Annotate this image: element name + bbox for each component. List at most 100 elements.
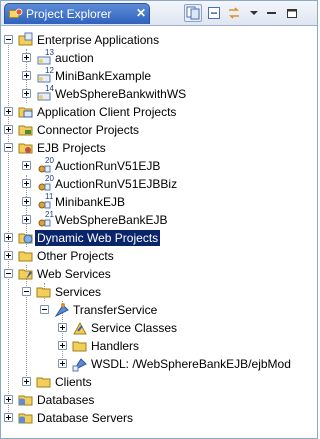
wsdl-icon bbox=[72, 358, 87, 372]
tree-item-database-servers[interactable]: Database Servers bbox=[1, 409, 317, 427]
web-service-icon bbox=[54, 303, 69, 318]
app-client-folder-icon bbox=[18, 107, 33, 118]
tree-item-clients[interactable]: Clients bbox=[1, 373, 317, 391]
maximize-icon[interactable] bbox=[283, 4, 301, 22]
tree-label: Database Servers bbox=[37, 411, 134, 425]
tree-item-webspherebankwithws[interactable]: 14 WebSphereBankwithWS bbox=[1, 84, 317, 103]
sync-icon[interactable] bbox=[184, 4, 202, 22]
tree-label-selected: Dynamic Web Projects bbox=[35, 230, 161, 246]
tree-item-services[interactable]: Services bbox=[1, 283, 317, 301]
expand-toggle[interactable] bbox=[22, 161, 31, 170]
expand-toggle[interactable] bbox=[22, 53, 31, 62]
tree-label: Clients bbox=[55, 375, 92, 389]
tree-item-transferservice[interactable]: TransferService bbox=[1, 301, 317, 319]
tree-item-application-client-projects[interactable]: Application Client Projects bbox=[1, 103, 317, 121]
expand-toggle[interactable] bbox=[4, 413, 13, 422]
link-icon[interactable] bbox=[225, 4, 243, 22]
collapse-toggle[interactable] bbox=[4, 35, 13, 44]
tree-item-dynamic-web-projects[interactable]: Dynamic Web Projects bbox=[1, 229, 317, 247]
expand-toggle[interactable] bbox=[4, 107, 13, 116]
tree-label: TransferService bbox=[73, 303, 158, 317]
tree-item-connector-projects[interactable]: Connector Projects bbox=[1, 121, 317, 139]
expand-toggle[interactable] bbox=[4, 233, 13, 242]
close-icon[interactable]: ✕ bbox=[136, 6, 146, 20]
collapse-toggle[interactable] bbox=[40, 305, 49, 314]
tree-item-auction[interactable]: 13 auction bbox=[1, 48, 317, 67]
tree-label: EJB Projects bbox=[37, 141, 106, 155]
tree-item-databases[interactable]: Databases bbox=[1, 391, 317, 409]
project-tree: Enterprise Applications 13 auction 12 Mi… bbox=[1, 28, 317, 438]
service-classes-icon bbox=[73, 321, 87, 335]
expand-toggle[interactable] bbox=[22, 89, 31, 98]
expand-toggle[interactable] bbox=[4, 395, 13, 404]
web-services-folder-icon bbox=[18, 269, 33, 280]
tree-label: AuctionRunV51EJB bbox=[55, 159, 161, 173]
expand-toggle[interactable] bbox=[58, 359, 67, 368]
project-explorer-view: Project Explorer ✕ Enterprise Applicatio… bbox=[0, 0, 318, 439]
project-badge: 20 bbox=[45, 174, 54, 183]
project-badge: 11 bbox=[45, 192, 54, 201]
project-explorer-icon bbox=[9, 8, 23, 18]
folder-icon bbox=[36, 287, 51, 298]
tree-label: MinibankEJB bbox=[55, 195, 126, 209]
tree-label: Application Client Projects bbox=[37, 105, 177, 119]
tree-label: auction bbox=[55, 51, 94, 65]
expand-toggle[interactable] bbox=[22, 71, 31, 80]
tree-item-handlers[interactable]: Handlers bbox=[1, 337, 317, 355]
project-explorer-tab[interactable]: Project Explorer ✕ bbox=[4, 3, 150, 24]
expand-toggle[interactable] bbox=[22, 215, 31, 224]
tree-label: AuctionRunV51EJBBiz bbox=[55, 177, 178, 191]
tree-item-minibankexample[interactable]: 12 MiniBankExample bbox=[1, 66, 317, 85]
expand-toggle[interactable] bbox=[4, 251, 13, 260]
collapse-all-icon[interactable] bbox=[205, 4, 223, 22]
project-badge: 13 bbox=[45, 48, 54, 57]
tree-label: WebSphereBankEJB bbox=[55, 213, 168, 227]
collapse-toggle[interactable] bbox=[4, 143, 13, 152]
tree-label: Service Classes bbox=[91, 321, 178, 335]
expand-toggle[interactable] bbox=[58, 341, 67, 350]
folder-icon bbox=[18, 251, 33, 262]
project-badge: 20 bbox=[45, 156, 54, 165]
tab-title: Project Explorer bbox=[26, 7, 112, 21]
tree-item-auctionrunv51ejbbiz[interactable]: 20 AuctionRunV51EJBBiz bbox=[1, 174, 317, 193]
project-badge: 14 bbox=[45, 84, 54, 93]
tree-item-enterprise-applications[interactable]: Enterprise Applications bbox=[1, 31, 317, 49]
connector-folder-icon bbox=[18, 125, 33, 136]
tree-label: WebSphereBankwithWS bbox=[55, 87, 187, 101]
tree-label: Connector Projects bbox=[37, 123, 140, 137]
view-menu-icon[interactable] bbox=[245, 4, 263, 22]
folder-icon bbox=[36, 377, 51, 388]
ejb-folder-icon bbox=[18, 143, 33, 154]
tree-item-other-projects[interactable]: Other Projects bbox=[1, 247, 317, 265]
expand-toggle[interactable] bbox=[22, 179, 31, 188]
folder-icon bbox=[72, 341, 87, 352]
tree-label: Handlers bbox=[91, 339, 140, 353]
expand-toggle[interactable] bbox=[4, 125, 13, 134]
tree-label: MiniBankExample bbox=[55, 69, 152, 83]
expand-toggle[interactable] bbox=[58, 323, 67, 332]
minimize-icon[interactable] bbox=[263, 4, 281, 22]
web-projects-folder-icon bbox=[18, 233, 33, 244]
tree-label: Databases bbox=[37, 393, 95, 407]
enterprise-apps-folder-icon bbox=[18, 32, 33, 46]
tree-item-web-services[interactable]: Web Services bbox=[1, 265, 317, 283]
expand-toggle[interactable] bbox=[22, 377, 31, 386]
view-tab-bar: Project Explorer ✕ bbox=[1, 1, 317, 26]
database-folder-icon bbox=[18, 395, 33, 406]
tree-item-webspherebankejb[interactable]: 21 WebSphereBankEJB bbox=[1, 210, 317, 229]
collapse-toggle[interactable] bbox=[22, 287, 31, 296]
tree-item-ejb-projects[interactable]: EJB Projects bbox=[1, 139, 317, 157]
project-badge: 21 bbox=[45, 210, 54, 219]
project-badge: 12 bbox=[45, 66, 54, 75]
tree-label: Services bbox=[55, 285, 102, 299]
tree-item-minibankejb[interactable]: 11 MinibankEJB bbox=[1, 192, 317, 211]
collapse-toggle[interactable] bbox=[4, 269, 13, 278]
tree-label: Enterprise Applications bbox=[37, 33, 160, 47]
tree-label: Other Projects bbox=[37, 249, 114, 263]
tree-item-wsdl[interactable]: WSDL: /WebSphereBankEJB/ejbMod bbox=[1, 355, 317, 373]
database-server-folder-icon bbox=[18, 413, 33, 424]
tree-item-service-classes[interactable]: Service Classes bbox=[1, 319, 317, 337]
tree-item-auctionrunv51ejb[interactable]: 20 AuctionRunV51EJB bbox=[1, 156, 317, 175]
expand-toggle[interactable] bbox=[22, 197, 31, 206]
tree-label: WSDL: /WebSphereBankEJB/ejbMod bbox=[91, 357, 291, 371]
